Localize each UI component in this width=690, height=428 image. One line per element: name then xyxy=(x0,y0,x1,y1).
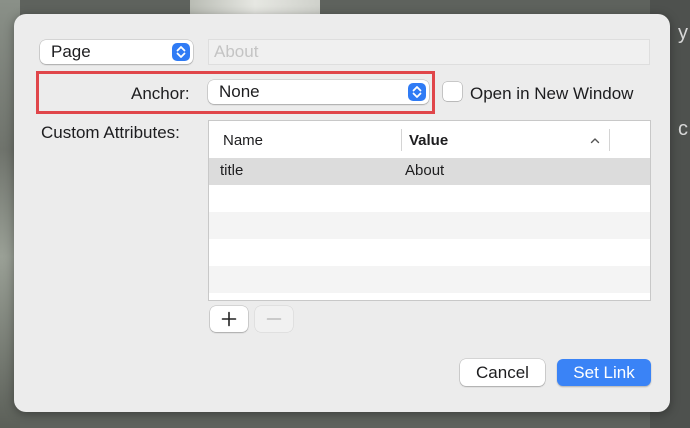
remove-attribute-button[interactable] xyxy=(255,306,293,332)
link-type-popup[interactable]: Page xyxy=(40,40,193,64)
add-attribute-button[interactable] xyxy=(210,306,248,332)
custom-attributes-label: Custom Attributes: xyxy=(41,123,180,142)
table-row-empty xyxy=(209,212,650,239)
minus-icon xyxy=(266,318,282,320)
background-glyph: y xyxy=(678,22,688,44)
column-header-value[interactable]: Value xyxy=(409,132,448,149)
up-down-chevron-icon xyxy=(172,43,190,61)
attributes-table: Name Value title About xyxy=(208,120,651,301)
table-header: Name Value xyxy=(209,121,650,159)
open-new-window-label[interactable]: Open in New Window xyxy=(470,84,633,104)
up-down-chevron-icon xyxy=(408,83,426,101)
open-new-window-checkbox[interactable] xyxy=(443,82,462,101)
plus-icon xyxy=(221,311,237,327)
cancel-button[interactable]: Cancel xyxy=(460,359,545,386)
column-divider[interactable] xyxy=(609,129,610,151)
table-row-empty xyxy=(209,266,650,293)
anchor-value: None xyxy=(219,82,260,101)
cell-name[interactable]: title xyxy=(220,162,243,179)
column-header-name[interactable]: Name xyxy=(223,132,263,149)
link-type-value: Page xyxy=(51,42,91,61)
background-glyph: c xyxy=(678,118,688,140)
sort-ascending-icon xyxy=(590,133,600,151)
anchor-label: Anchor: xyxy=(131,84,190,103)
cell-value[interactable]: About xyxy=(405,162,444,179)
anchor-popup[interactable]: None xyxy=(208,80,429,104)
set-link-button[interactable]: Set Link xyxy=(557,359,651,386)
table-row-empty xyxy=(209,185,650,212)
background-photo xyxy=(190,0,320,14)
column-divider[interactable] xyxy=(401,129,402,151)
table-row[interactable]: title About xyxy=(209,158,650,185)
url-field[interactable]: About xyxy=(208,39,650,65)
table-row-empty xyxy=(209,239,650,266)
